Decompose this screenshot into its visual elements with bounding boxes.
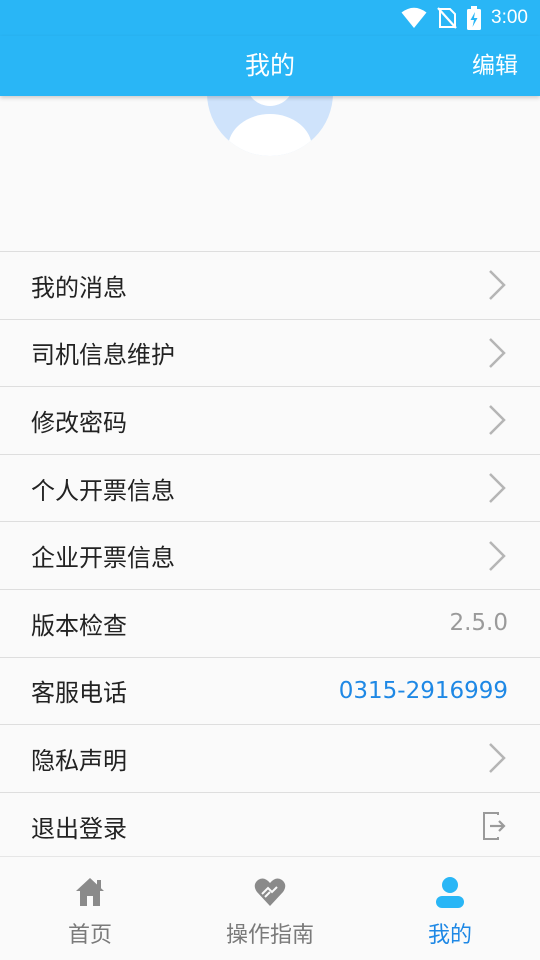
avatar[interactable] [207,96,333,156]
wifi-icon [401,7,427,28]
settings-menu: 我的消息 司机信息维护 修改密码 个人开票信息 企业开票信息 版本检查 2.5.… [0,251,540,861]
version-value: 2.5.0 [449,610,508,637]
chevron-right-icon [489,473,506,503]
menu-item-label: 修改密码 [31,408,127,437]
menu-item-personal-invoice[interactable]: 个人开票信息 [0,454,540,523]
status-time: 3:00 [491,7,528,28]
app-bar: 我的 编辑 [0,36,540,96]
service-phone-link[interactable]: 0315-2916999 [339,678,508,704]
profile-header [0,96,540,251]
menu-item-label: 隐私声明 [31,746,127,775]
page-title: 我的 [244,51,295,80]
tab-label: 我的 [427,923,472,948]
menu-item-label: 企业开票信息 [31,544,175,573]
chevron-right-icon [489,270,506,301]
person-placeholder-icon [228,96,312,156]
menu-item-label: 我的消息 [31,273,127,302]
chevron-right-icon [489,743,506,774]
menu-item-driver-info[interactable]: 司机信息维护 [0,319,540,388]
chevron-right-icon [489,540,506,571]
menu-item-label: 司机信息维护 [31,341,175,370]
menu-item-label: 个人开票信息 [31,476,175,505]
chevron-right-icon [489,405,506,436]
chevron-right-icon [489,338,506,368]
tab-guide[interactable]: 操作指南 [180,857,360,960]
menu-item-version-check[interactable]: 版本检查 2.5.0 [0,589,540,658]
logout-icon [483,812,506,841]
bottom-tab-bar: 首页 操作指南 我的 [0,856,540,960]
edit-button[interactable]: 编辑 [472,36,518,96]
home-icon [76,878,104,906]
tab-mine[interactable]: 我的 [360,857,540,960]
menu-item-change-password[interactable]: 修改密码 [0,387,540,455]
status-bar: 3:00 [0,0,540,36]
menu-item-privacy[interactable]: 隐私声明 [0,725,540,793]
menu-item-messages[interactable]: 我的消息 [0,252,540,320]
battery-charging-icon [467,6,482,30]
menu-item-label: 客服电话 [31,679,127,708]
menu-item-company-invoice[interactable]: 企业开票信息 [0,522,540,590]
tab-label: 首页 [67,923,112,948]
menu-item-logout[interactable]: 退出登录 [0,792,540,861]
person-icon [436,877,464,908]
heart-hands-icon [254,878,286,906]
menu-item-label: 退出登录 [31,814,127,843]
tab-label: 操作指南 [225,923,314,948]
menu-item-label: 版本检查 [31,611,127,640]
menu-item-service-phone[interactable]: 客服电话 0315-2916999 [0,657,540,726]
no-sim-icon [437,7,457,29]
tab-home[interactable]: 首页 [0,857,180,960]
